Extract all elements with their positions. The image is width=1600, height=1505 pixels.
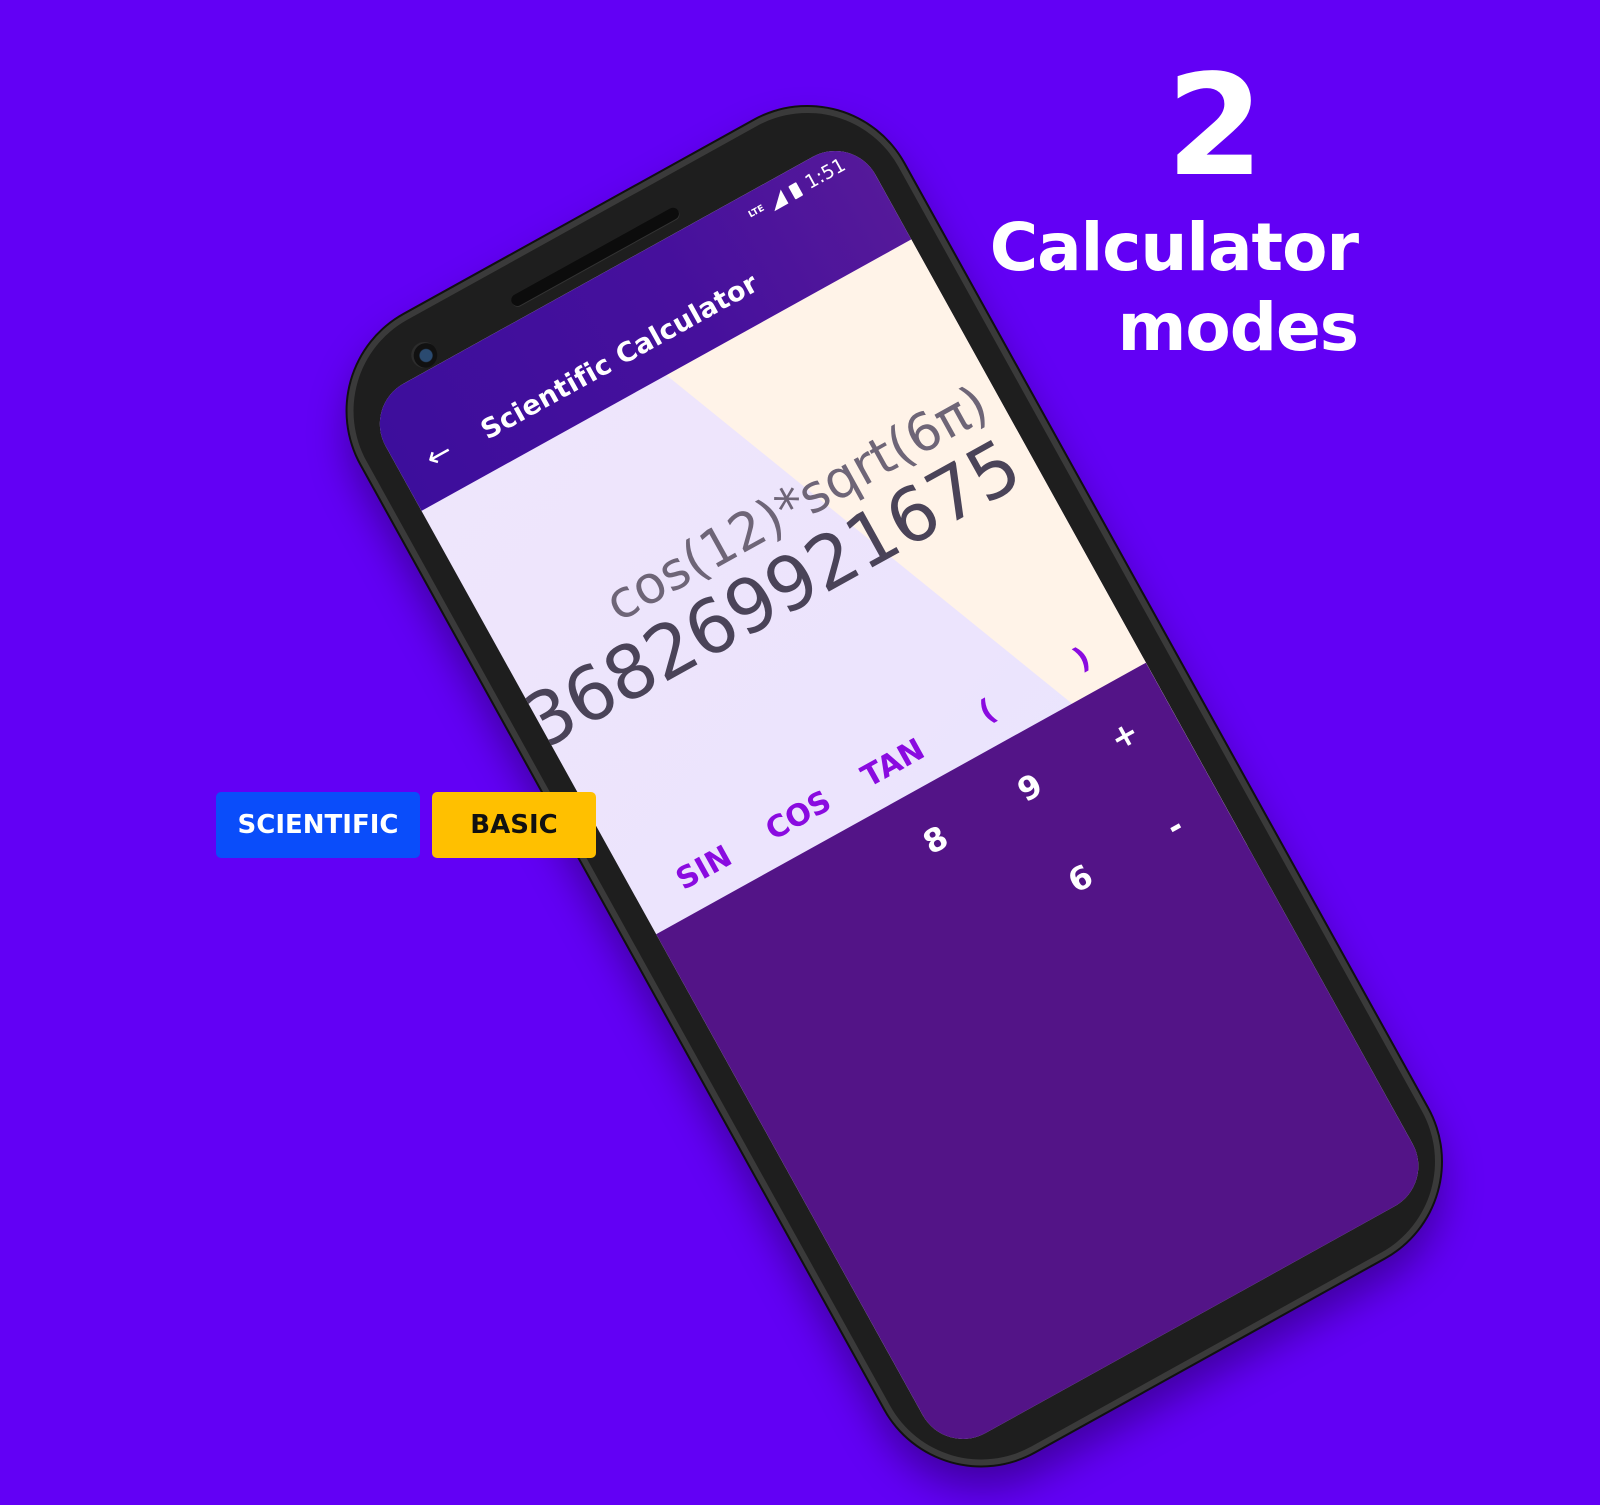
status-bar: LTE 1:51 [744,154,849,226]
key[interactable] [927,883,1046,979]
arrow-left-icon[interactable]: ← [419,432,460,479]
key[interactable] [782,844,901,940]
status-time: 1:51 [801,153,850,194]
headline-line-2: modes [1117,289,1359,366]
headline-line-1: Calculator [989,209,1359,286]
keypad: 8 9 + 6 - [656,662,1435,1456]
key-plus[interactable]: + [1065,687,1184,783]
key[interactable] [832,935,951,1031]
promo-headline: Calculator modes [989,208,1359,368]
key[interactable] [687,897,806,993]
key-9[interactable]: 9 [971,740,1090,836]
key-6[interactable]: 6 [1021,831,1140,927]
battery-icon [788,181,804,199]
basic-mode-button[interactable]: BASIC [432,792,596,858]
lte-label: LTE [746,203,767,221]
key-8[interactable]: 8 [876,792,995,888]
promo-number: 2 [1166,45,1264,208]
scientific-mode-button[interactable]: SCIENTIFIC [216,792,420,858]
key[interactable] [738,988,857,1084]
signal-icon [766,189,789,212]
key-minus[interactable]: - [1115,778,1234,874]
